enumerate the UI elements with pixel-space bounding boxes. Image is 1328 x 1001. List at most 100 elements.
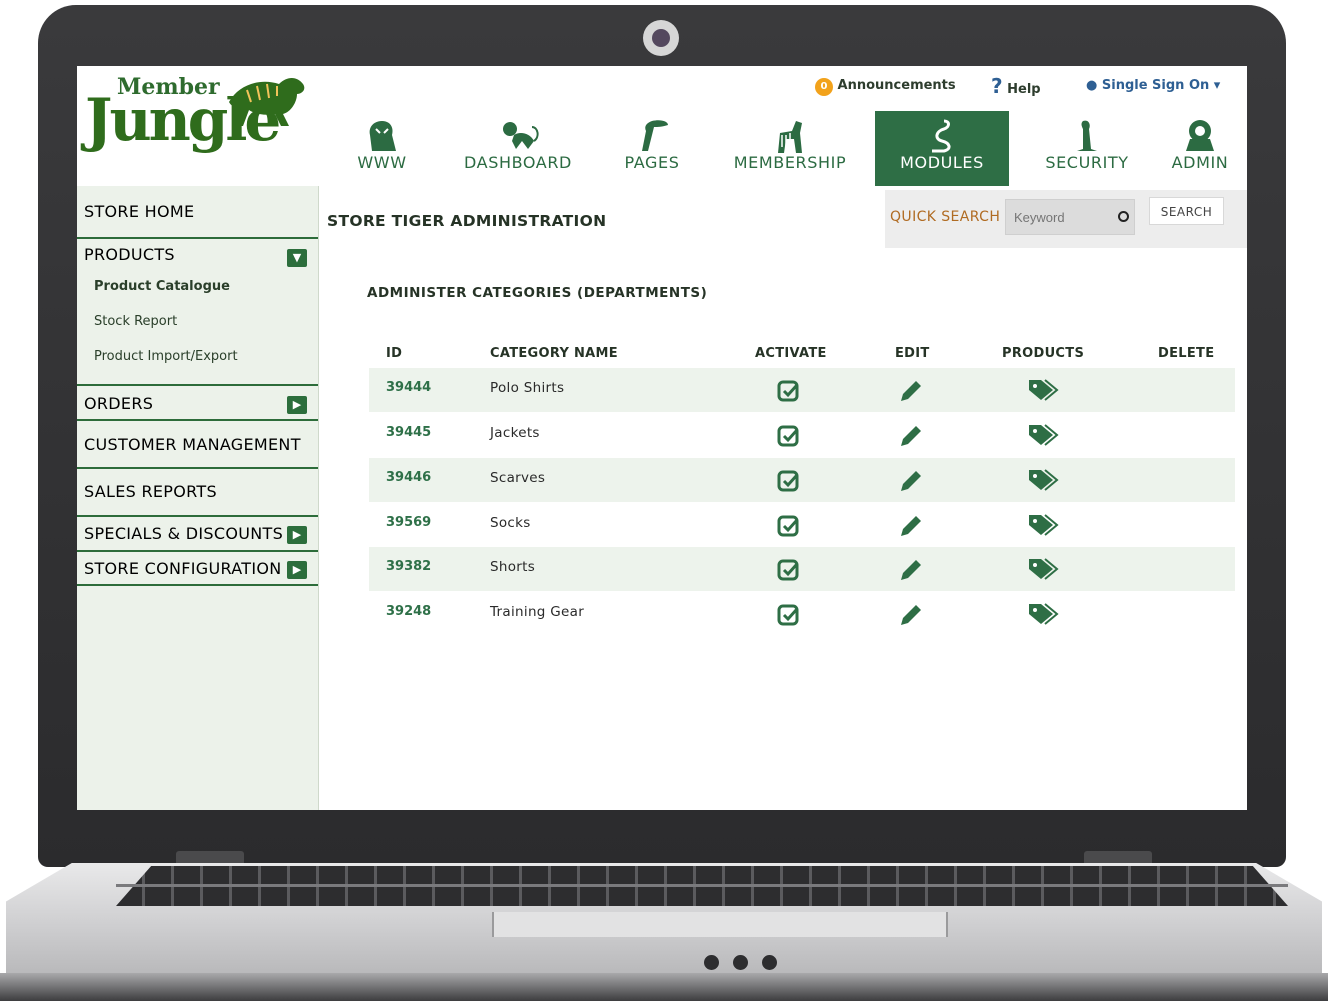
table-row: 39382 Shorts xyxy=(369,547,1235,591)
edit-pencil-icon[interactable] xyxy=(897,558,923,582)
tab-label: WWW xyxy=(357,153,407,172)
tab-modules[interactable]: MODULES xyxy=(875,111,1009,186)
sidebar-subitem-product-catalogue[interactable]: Product Catalogue xyxy=(94,279,230,294)
indicator-dot xyxy=(762,955,777,970)
help-link[interactable]: ? Help xyxy=(991,74,1041,98)
laptop-hinge-right xyxy=(1084,851,1152,865)
category-id-link[interactable]: 39444 xyxy=(386,380,431,395)
laptop-base-edge xyxy=(0,973,1328,1001)
edit-pencil-icon[interactable] xyxy=(897,379,923,403)
tab-label: SECURITY xyxy=(1045,153,1129,172)
sidebar-subitem-stock-report[interactable]: Stock Report xyxy=(94,314,177,329)
sidebar: Member Jungle STORE HOME PRODUCTS ▼ Prod… xyxy=(77,66,319,810)
tab-label: DASHBOARD xyxy=(464,153,572,172)
sidebar-item-label: SPECIALS & DISCOUNTS xyxy=(84,524,284,543)
edit-pencil-icon[interactable] xyxy=(897,603,923,627)
activate-check-icon[interactable] xyxy=(777,559,801,581)
laptop-trackpad xyxy=(492,912,948,937)
tab-label: ADMIN xyxy=(1171,153,1229,172)
activate-check-icon[interactable] xyxy=(777,380,801,402)
column-header-delete: DELETE xyxy=(1158,346,1215,361)
product-tags-icon[interactable] xyxy=(1027,423,1059,447)
caret-down-icon: ▾ xyxy=(1213,78,1221,93)
table-row: 39445 Jackets xyxy=(369,413,1235,457)
sidebar-item-label: SALES REPORTS xyxy=(84,482,217,501)
meerkat-icon xyxy=(1077,120,1097,151)
category-id-link[interactable]: 39569 xyxy=(386,515,431,530)
help-label: Help xyxy=(1007,82,1041,97)
tab-label: PAGES xyxy=(624,153,680,172)
column-header-category-name: CATEGORY NAME xyxy=(490,346,618,361)
tab-label: MEMBERSHIP xyxy=(733,153,847,172)
sidebar-item-label: STORE HOME xyxy=(84,202,195,221)
arrow-right-icon[interactable]: ▶ xyxy=(287,526,307,544)
brand-logo[interactable]: Member Jungle xyxy=(77,66,318,186)
search-input[interactable] xyxy=(1005,199,1135,235)
laptop-hinge-left xyxy=(176,851,244,865)
category-name: Polo Shirts xyxy=(490,380,565,396)
page-title: STORE TIGER ADMINISTRATION xyxy=(327,212,607,230)
arrow-right-icon[interactable]: ▶ xyxy=(287,396,307,414)
table-row: 39569 Socks xyxy=(369,503,1235,547)
monkey-icon xyxy=(503,122,539,149)
announcements-link[interactable]: 0 Announcements xyxy=(815,78,956,96)
tab-membership[interactable]: MEMBERSHIP xyxy=(718,111,862,186)
category-id-link[interactable]: 39248 xyxy=(386,604,431,619)
toucan-icon xyxy=(642,120,668,151)
product-tags-icon[interactable] xyxy=(1027,557,1059,581)
activate-check-icon[interactable] xyxy=(777,515,801,537)
category-name: Scarves xyxy=(490,470,546,486)
indicator-dot xyxy=(704,955,719,970)
quick-search-label: QUICK SEARCH xyxy=(890,209,1001,225)
category-id-link[interactable]: 39382 xyxy=(386,559,431,574)
main-nav-tabs: WWW DASHBOARD PAGES MEMBERSHIP MODULES S… xyxy=(318,111,1247,186)
column-header-id: ID xyxy=(386,346,403,361)
tab-admin[interactable]: ADMIN xyxy=(1153,111,1247,186)
tab-dashboard[interactable]: DASHBOARD xyxy=(456,111,580,186)
product-tags-icon[interactable] xyxy=(1027,468,1059,492)
tab-label: MODULES xyxy=(900,153,984,172)
table-row: 39444 Polo Shirts xyxy=(369,368,1235,412)
app-screen: Member Jungle STORE HOME PRODUCTS ▼ Prod… xyxy=(77,66,1247,810)
product-tags-icon[interactable] xyxy=(1027,513,1059,537)
edit-pencil-icon[interactable] xyxy=(897,469,923,493)
edit-pencil-icon[interactable] xyxy=(897,424,923,448)
edit-pencil-icon[interactable] xyxy=(897,514,923,538)
sidebar-subitem-product-import-export[interactable]: Product Import/Export xyxy=(94,349,238,364)
webcam xyxy=(643,20,679,56)
arrow-down-icon[interactable]: ▼ xyxy=(287,249,307,267)
activate-check-icon[interactable] xyxy=(777,470,801,492)
user-icon: ● xyxy=(1086,78,1098,93)
tab-www[interactable]: WWW xyxy=(330,111,434,186)
category-name: Jackets xyxy=(490,425,540,441)
single-sign-on-menu[interactable]: ● Single Sign On ▾ xyxy=(1086,78,1220,93)
lion-icon xyxy=(1186,120,1214,151)
activate-check-icon[interactable] xyxy=(777,604,801,626)
category-id-link[interactable]: 39446 xyxy=(386,470,431,485)
clear-search-icon[interactable] xyxy=(1118,211,1129,222)
top-bar: 0 Announcements ? Help ● Single Sign On … xyxy=(318,66,1247,112)
sidebar-item-label: ORDERS xyxy=(84,394,154,413)
category-id-link[interactable]: 39445 xyxy=(386,425,431,440)
section-title: ADMINISTER CATEGORIES (DEPARTMENTS) xyxy=(367,285,708,301)
question-icon: ? xyxy=(991,74,1003,98)
sidebar-item-label: CUSTOMER MANAGEMENT xyxy=(84,435,301,454)
sso-label: Single Sign On xyxy=(1101,78,1210,93)
indicator-dot xyxy=(733,955,748,970)
tiger-icon xyxy=(369,121,396,151)
activate-check-icon[interactable] xyxy=(777,425,801,447)
category-name: Training Gear xyxy=(490,604,585,620)
product-tags-icon[interactable] xyxy=(1027,602,1059,626)
category-name: Socks xyxy=(490,515,531,531)
table-row: 39446 Scarves xyxy=(369,458,1235,502)
product-tags-icon[interactable] xyxy=(1027,378,1059,402)
sidebar-item-label: PRODUCTS xyxy=(84,245,175,264)
snake-icon xyxy=(932,119,951,153)
column-header-edit: EDIT xyxy=(895,346,930,361)
tab-security[interactable]: SECURITY xyxy=(1025,111,1149,186)
tab-pages[interactable]: PAGES xyxy=(608,111,696,186)
search-button[interactable]: SEARCH xyxy=(1149,197,1224,225)
announcements-count-badge: 0 xyxy=(815,78,833,96)
announcements-label: Announcements xyxy=(837,78,956,93)
arrow-right-icon[interactable]: ▶ xyxy=(287,561,307,579)
